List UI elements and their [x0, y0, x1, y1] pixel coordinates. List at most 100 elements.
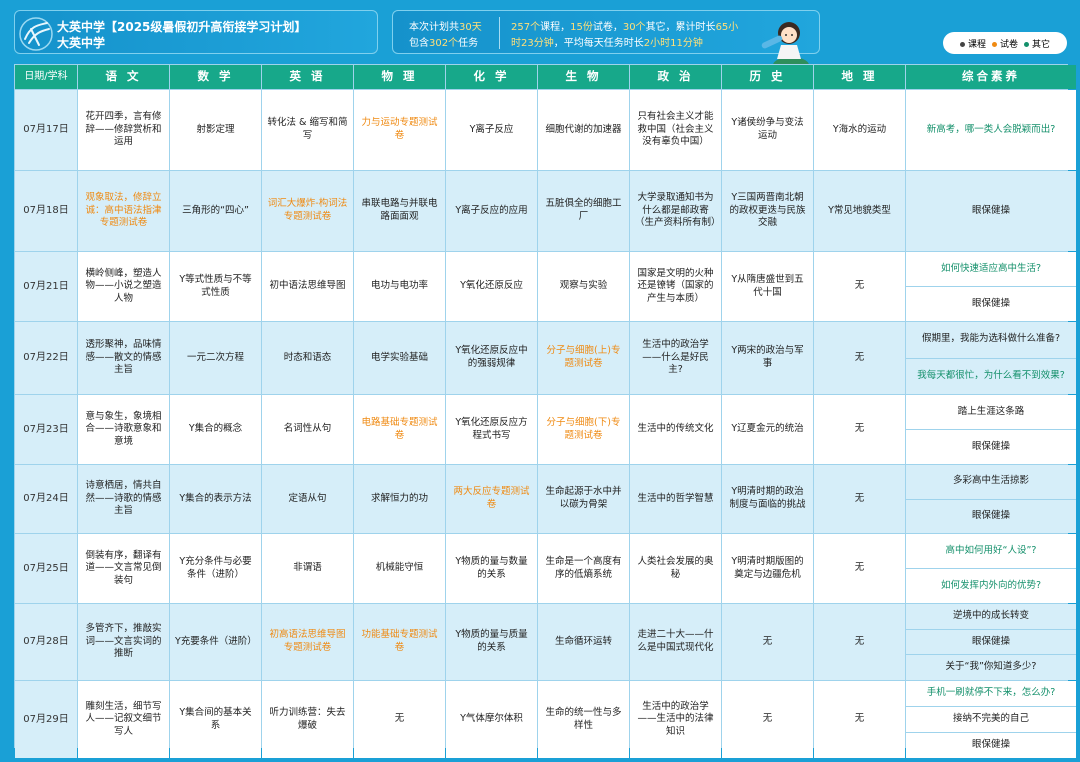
column-header: 历 史 — [722, 65, 813, 89]
stats-divider — [499, 17, 500, 49]
table-cell: 串联电路与并联电路面面观 — [354, 171, 445, 251]
column-header: 语 文 — [78, 65, 169, 89]
table-cell: 诗意栖居，情共自然——诗歌的情感主旨 — [78, 465, 169, 533]
table-cell: Y两宋的政治与军事 — [722, 322, 813, 394]
table-cell: Y辽夏金元的统治 — [722, 395, 813, 464]
student-illustration-icon — [761, 22, 809, 67]
table-cell: Y物质的量与质量的关系 — [446, 604, 537, 680]
table-cell: 细胞代谢的加速器 — [538, 90, 629, 170]
table-cell: 时态和语态 — [262, 322, 353, 394]
row-date: 07月17日 — [15, 90, 77, 170]
table-cell: Y等式性质与不等式性质 — [170, 252, 261, 321]
table-cell: Y海水的运动 — [814, 90, 905, 170]
table-cell: 无 — [814, 681, 905, 758]
row-date: 07月29日 — [15, 681, 77, 758]
table-cell: 只有社会主义才能救中国（社会主义没有辜负中国） — [630, 90, 721, 170]
table-cell: Y明清时期版图的奠定与边疆危机 — [722, 534, 813, 603]
quality-item: 踏上生涯这条路 — [906, 395, 1076, 429]
table-cell: 电路基础专题测试卷 — [354, 395, 445, 464]
column-header: 化 学 — [446, 65, 537, 89]
quality-item: 眼保健操 — [906, 629, 1076, 655]
row-date: 07月22日 — [15, 322, 77, 394]
column-header: 综合素养 — [906, 65, 1076, 89]
table-cell: 观象取法，修辞立诚：高中语法指津专题测试卷 — [78, 171, 169, 251]
table-cell: 求解恒力的功 — [354, 465, 445, 533]
table-cell: 雕刻生活，细节写人——记叙文细节写人 — [78, 681, 169, 758]
quality-item: 眼保健操 — [906, 733, 1076, 758]
table-cell: 生命是一个高度有序的低熵系统 — [538, 534, 629, 603]
table-cell: 无 — [814, 534, 905, 603]
legend-item-other: 其它 — [1024, 37, 1050, 50]
table-cell: Y氧化还原反应 — [446, 252, 537, 321]
table-cell: 无 — [722, 681, 813, 758]
table-cell: 走进二十大——什么是中国式现代化 — [630, 604, 721, 680]
table-cell: Y集合的表示方法 — [170, 465, 261, 533]
quality-item: 眼保健操 — [906, 430, 1076, 464]
table-cell: Y三国两晋南北朝的政权更迭与民族交融 — [722, 171, 813, 251]
table-cell: Y充要条件（进阶） — [170, 604, 261, 680]
quality-item: 眼保健操 — [906, 287, 1076, 321]
table-cell: 无 — [814, 395, 905, 464]
table-cell: 生命起源于水中并以碳为骨架 — [538, 465, 629, 533]
column-header: 生 物 — [538, 65, 629, 89]
school-logo-icon — [19, 17, 53, 51]
table-cell: 功能基础专题测试卷 — [354, 604, 445, 680]
row-date: 07月25日 — [15, 534, 77, 603]
column-header: 地 理 — [814, 65, 905, 89]
legend-item-paper: 试卷 — [991, 37, 1018, 50]
table-cell: 非谓语 — [262, 534, 353, 603]
table-cell: Y气体摩尔体积 — [446, 681, 537, 758]
table-cell: Y物质的量与数量的关系 — [446, 534, 537, 603]
table-cell: 无 — [354, 681, 445, 758]
quality-item: 逆境中的成长转变 — [906, 604, 1076, 629]
table-cell: 生活中的政治学——什么是好民主? — [630, 322, 721, 394]
table-cell: 力与运动专题测试卷 — [354, 90, 445, 170]
table-cell: 名词性从句 — [262, 395, 353, 464]
table-cell: 倒装有序，翻译有道——文言常见倒装句 — [78, 534, 169, 603]
schedule-table: 日期/学科语 文数 学英 语物 理化 学生 物政 治历 史地 理综合素养 07月1… — [14, 64, 1076, 758]
quality-item: 关于“我”你知道多少? — [906, 655, 1076, 681]
plan-stats-panel: 本次计划共30天 包含302个任务 257个课程，15份试卷，30个其它，累计时… — [392, 10, 820, 67]
legend-dot-icon — [1024, 41, 1029, 47]
table-cell: 三角形的“四心” — [170, 171, 261, 251]
table-cell: 花开四季，言有修辞——修辞赏析和运用 — [78, 90, 169, 170]
quality-cell: 眼保健操 — [906, 171, 1076, 251]
row-date: 07月18日 — [15, 171, 77, 251]
table-cell: 分子与细胞(上)专题测试卷 — [538, 322, 629, 394]
table-cell: 无 — [814, 465, 905, 533]
legend-item-course: 课程 — [959, 37, 986, 50]
table-cell: 生命的统一性与多样性 — [538, 681, 629, 758]
table-cell: 机械能守恒 — [354, 534, 445, 603]
table-cell: Y诸侯纷争与变法运动 — [722, 90, 813, 170]
column-header: 日期/学科 — [15, 65, 77, 89]
table-cell: 电学实验基础 — [354, 322, 445, 394]
table-cell: 分子与细胞(下)专题测试卷 — [538, 395, 629, 464]
quality-cell-group: 高中如何用好“人设”? 如何发挥内外向的优势? — [906, 534, 1076, 603]
quality-item: 我每天都很忙，为什么看不到效果? — [906, 358, 1076, 394]
legend-dot-icon — [959, 41, 965, 47]
quality-item: 假期里，我能为选科做什么准备? — [906, 322, 1076, 358]
table-cell: 两大反应专题测试卷 — [446, 465, 537, 533]
table-cell: 横岭侧峰，塑造人物——小说之塑造人物 — [78, 252, 169, 321]
quality-item: 手机一刷就停不下来，怎么办? — [906, 681, 1076, 706]
row-date: 07月28日 — [15, 604, 77, 680]
table-cell: 听力训练营：失去爆破 — [262, 681, 353, 758]
quality-cell: 新高考，哪一类人会脱颖而出? — [906, 90, 1076, 170]
header-title-panel: 大英中学【2025级暑假初升高衔接学习计划】 大英中学 — [14, 10, 378, 54]
table-cell: Y从隋唐盛世到五代十国 — [722, 252, 813, 321]
table-cell: 生活中的哲学智慧 — [630, 465, 721, 533]
table-cell: 定语从句 — [262, 465, 353, 533]
column-header: 政 治 — [630, 65, 721, 89]
quality-cell-group: 假期里，我能为选科做什么准备? 我每天都很忙，为什么看不到效果? — [906, 322, 1076, 394]
quality-item: 眼保健操 — [906, 499, 1076, 533]
table-cell: 五脏俱全的细胞工厂 — [538, 171, 629, 251]
table-cell: Y氧化还原反应中的强弱规律 — [446, 322, 537, 394]
table-cell: 生活中的政治学——生活中的法律知识 — [630, 681, 721, 758]
table-cell: 大学录取通知书为什么都是邮政寄（生产资料所有制） — [630, 171, 721, 251]
column-header: 英 语 — [262, 65, 353, 89]
plan-counts: 257个课程，15份试卷，30个其它，累计时长65小 — [511, 22, 739, 33]
table-cell: 人类社会发展的奥秘 — [630, 534, 721, 603]
quality-cell-group: 手机一刷就停不下来，怎么办? 接纳不完美的自己 眼保健操 — [906, 681, 1076, 758]
quality-cell-group: 多彩高中生活掠影 眼保健操 — [906, 465, 1076, 533]
table-cell: 一元二次方程 — [170, 322, 261, 394]
